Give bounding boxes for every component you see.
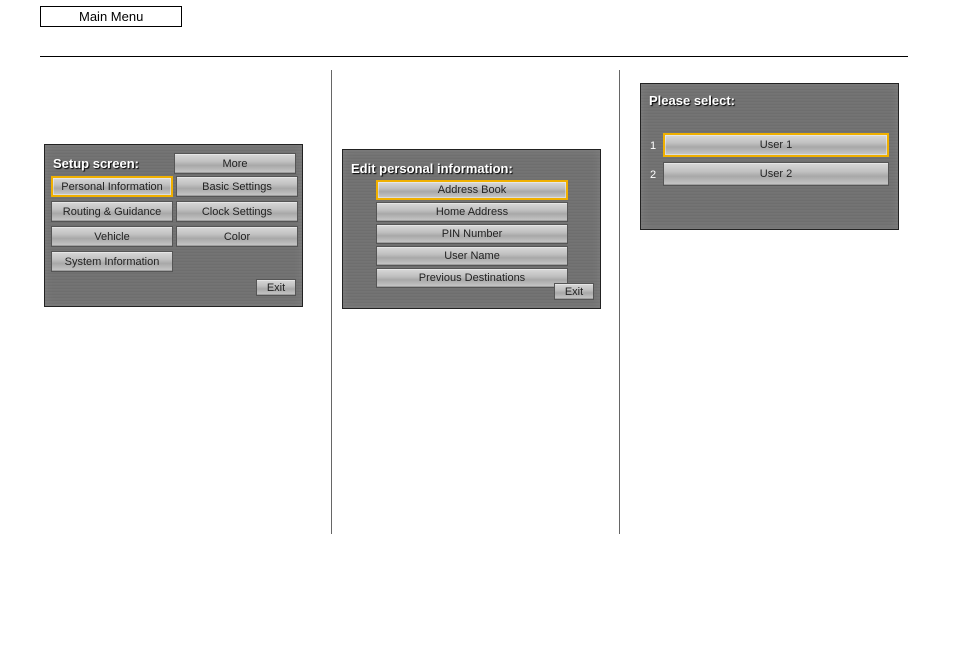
home-address-button[interactable]: Home Address <box>376 202 568 222</box>
edit-personal-info-title: Edit personal information: <box>351 161 513 176</box>
column-divider-2 <box>619 70 620 534</box>
more-button[interactable]: More <box>174 153 296 174</box>
color-button[interactable]: Color <box>176 226 298 247</box>
user-name-button[interactable]: User Name <box>376 246 568 266</box>
basic-settings-button[interactable]: Basic Settings <box>176 176 298 197</box>
system-information-button[interactable]: System Information <box>51 251 173 272</box>
please-select-title: Please select: <box>649 93 735 108</box>
exit-button[interactable]: Exit <box>256 279 296 296</box>
pin-number-button[interactable]: PIN Number <box>376 224 568 244</box>
row-number-1: 1 <box>650 140 656 152</box>
routing-guidance-button[interactable]: Routing & Guidance <box>51 201 173 222</box>
horizontal-rule <box>40 56 908 57</box>
personal-information-button[interactable]: Personal Information <box>51 176 173 197</box>
please-select-screen: Please select: 1 2 User 1 User 2 <box>640 83 899 230</box>
user-2-button[interactable]: User 2 <box>663 162 889 186</box>
main-menu-label: Main Menu <box>40 6 182 27</box>
clock-settings-button[interactable]: Clock Settings <box>176 201 298 222</box>
edit-personal-info-screen: Edit personal information: Address Book … <box>342 149 601 309</box>
address-book-button[interactable]: Address Book <box>376 180 568 200</box>
previous-destinations-button[interactable]: Previous Destinations <box>376 268 568 288</box>
setup-screen: Setup screen: More Personal Information … <box>44 144 303 307</box>
exit-button[interactable]: Exit <box>554 283 594 300</box>
setup-screen-title: Setup screen: <box>53 156 139 171</box>
vehicle-button[interactable]: Vehicle <box>51 226 173 247</box>
row-number-2: 2 <box>650 169 656 181</box>
column-divider-1 <box>331 70 332 534</box>
user-1-button[interactable]: User 1 <box>663 133 889 157</box>
